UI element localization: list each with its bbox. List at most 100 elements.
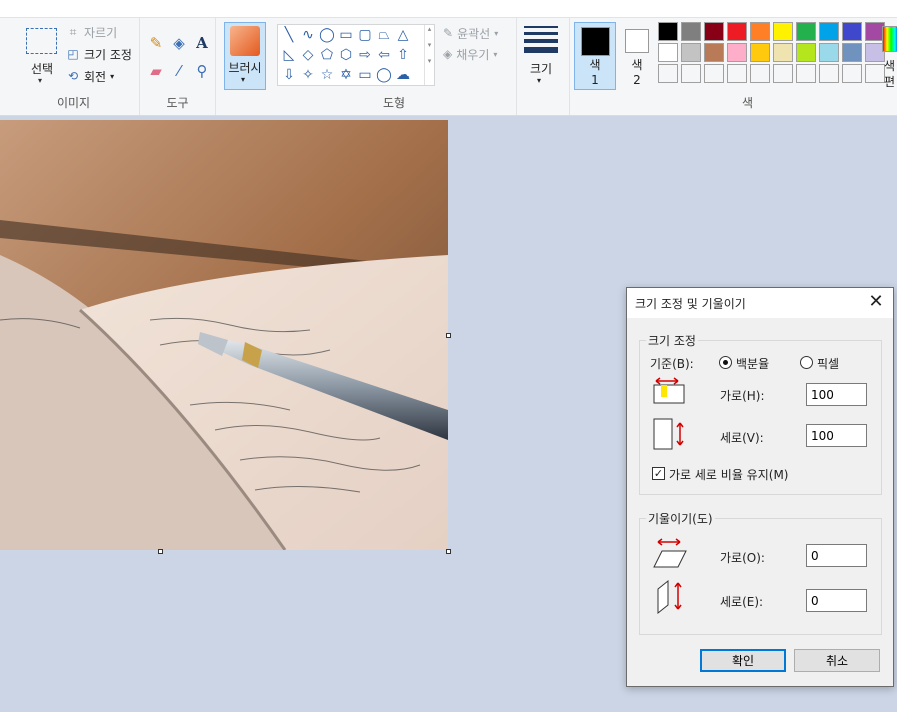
pencil-icon[interactable]: ✎ xyxy=(145,32,167,54)
right-triangle-shape-icon[interactable]: ◺ xyxy=(280,46,298,64)
left-arrow-shape-icon[interactable]: ⇦ xyxy=(375,46,393,64)
palette-swatch[interactable] xyxy=(819,22,839,41)
percent-label[interactable]: 백분율 xyxy=(736,355,769,372)
keep-ratio-label[interactable]: 가로 세로 비율 유지(M) xyxy=(669,466,788,483)
palette-swatch[interactable] xyxy=(842,43,862,62)
four-point-star-shape-icon[interactable]: ✧ xyxy=(299,66,317,84)
resize-vertical-icon xyxy=(653,418,684,450)
vertical-label: 세로(V): xyxy=(720,431,764,445)
polygon-shape-icon[interactable]: ⏢ xyxy=(375,26,393,44)
rotate-button[interactable]: ⟲ 회전 ▾ xyxy=(66,67,114,85)
resize-handle-right[interactable] xyxy=(446,333,451,338)
palette-swatch[interactable] xyxy=(750,22,770,41)
skew-horizontal-input[interactable] xyxy=(806,544,867,567)
edit-colors-icon[interactable] xyxy=(882,26,897,52)
tools-group: ✎ ◈ A ▰ ⁄ ⚲ 도구 xyxy=(140,18,216,115)
size-dropdown-icon[interactable]: ▾ xyxy=(537,76,541,85)
palette-swatch[interactable] xyxy=(727,43,747,62)
palette-swatch[interactable] xyxy=(773,64,793,83)
palette-swatch[interactable] xyxy=(658,43,678,62)
tools-group-label: 도구 xyxy=(166,96,189,110)
palette-swatch[interactable] xyxy=(704,22,724,41)
crop-button[interactable]: ⌗ 자르기 xyxy=(66,23,118,41)
pixel-radio[interactable] xyxy=(800,356,813,369)
palette-swatch[interactable] xyxy=(796,64,816,83)
eraser-icon[interactable]: ▰ xyxy=(145,60,167,82)
text-tool-icon[interactable]: A xyxy=(191,32,213,54)
colors-group-label: 색 xyxy=(741,96,754,110)
brushes-label: 브러시 xyxy=(228,61,262,75)
line-shape-icon[interactable]: ╲ xyxy=(280,26,298,44)
skew-fieldset: 기울이기(도) 가로(O): 세로(E): xyxy=(639,510,882,635)
palette-swatch[interactable] xyxy=(773,43,793,62)
color-picker-icon[interactable]: ⁄ xyxy=(168,60,190,82)
size-button[interactable]: 크기 xyxy=(524,60,558,77)
brushes-button[interactable]: 브러시 ▾ xyxy=(224,22,266,90)
palette-swatch[interactable] xyxy=(658,22,678,41)
resize-icon: ◰ xyxy=(67,47,79,61)
resize-button[interactable]: ◰ 크기 조정 xyxy=(66,45,132,63)
right-arrow-shape-icon[interactable]: ⇨ xyxy=(356,46,374,64)
palette-swatch[interactable] xyxy=(796,43,816,62)
size-icon[interactable] xyxy=(524,26,558,57)
oval-shape-icon[interactable]: ◯ xyxy=(318,26,336,44)
five-point-star-shape-icon[interactable]: ☆ xyxy=(318,66,336,84)
triangle-shape-icon[interactable]: △ xyxy=(394,26,412,44)
resize-handle-corner[interactable] xyxy=(446,549,451,554)
rectangle-shape-icon[interactable]: ▭ xyxy=(337,26,355,44)
rect-callout-shape-icon[interactable]: ▭ xyxy=(356,66,374,84)
magnifier-icon[interactable]: ⚲ xyxy=(191,60,213,82)
palette-swatch[interactable] xyxy=(750,64,770,83)
six-point-star-shape-icon[interactable]: ✡ xyxy=(337,66,355,84)
select-button[interactable]: 선택 xyxy=(20,60,64,77)
shapes-scroll[interactable]: ▴ ▾ ▾ xyxy=(424,25,434,85)
palette-swatch[interactable] xyxy=(842,22,862,41)
pentagon-shape-icon[interactable]: ⬠ xyxy=(318,46,336,64)
resize-handle-bottom[interactable] xyxy=(158,549,163,554)
palette-swatch[interactable] xyxy=(842,64,862,83)
palette-swatch[interactable] xyxy=(865,64,885,83)
palette-swatch[interactable] xyxy=(727,64,747,83)
canvas-image[interactable] xyxy=(0,120,448,550)
keep-ratio-checkbox[interactable]: ✓ xyxy=(652,467,665,480)
percent-radio[interactable] xyxy=(719,356,732,369)
curve-shape-icon[interactable]: ∿ xyxy=(299,26,317,44)
skew-vertical-label: 세로(E): xyxy=(720,595,764,609)
up-arrow-shape-icon[interactable]: ⇧ xyxy=(394,46,412,64)
select-dropdown-icon[interactable]: ▾ xyxy=(38,76,42,85)
palette-swatch[interactable] xyxy=(681,43,701,62)
select-icon[interactable] xyxy=(26,28,57,54)
cancel-button[interactable]: 취소 xyxy=(794,649,880,672)
palette-swatch[interactable] xyxy=(658,64,678,83)
palette-swatch[interactable] xyxy=(750,43,770,62)
diamond-shape-icon[interactable]: ◇ xyxy=(299,46,317,64)
close-icon[interactable]: ✕ xyxy=(865,291,887,313)
palette-swatch[interactable] xyxy=(773,22,793,41)
pixel-label[interactable]: 픽셀 xyxy=(817,355,839,372)
palette-swatch[interactable] xyxy=(681,64,701,83)
fill-bucket-icon[interactable]: ◈ xyxy=(168,32,190,54)
outline-dropdown-icon: ▾ xyxy=(494,28,499,38)
palette-swatch[interactable] xyxy=(819,43,839,62)
outline-button[interactable]: ✎ 윤곽선 ▾ xyxy=(443,24,498,42)
down-arrow-shape-icon[interactable]: ⇩ xyxy=(280,66,298,84)
palette-swatch[interactable] xyxy=(727,22,747,41)
fill-button[interactable]: ◈ 채우기 ▾ xyxy=(443,45,497,63)
skew-horizontal-icon xyxy=(653,538,687,568)
palette-swatch[interactable] xyxy=(704,43,724,62)
cloud-callout-shape-icon[interactable]: ☁ xyxy=(394,66,412,84)
palette-swatch[interactable] xyxy=(796,22,816,41)
skew-vertical-input[interactable] xyxy=(806,589,867,612)
rotate-dropdown-icon: ▾ xyxy=(110,71,115,81)
rounded-rectangle-shape-icon[interactable]: ▢ xyxy=(356,26,374,44)
image-group-label: 이미지 xyxy=(56,96,91,110)
palette-swatch[interactable] xyxy=(681,22,701,41)
horizontal-percent-input[interactable] xyxy=(806,383,867,406)
color2-swatch[interactable] xyxy=(625,29,649,53)
palette-swatch[interactable] xyxy=(704,64,724,83)
palette-swatch[interactable] xyxy=(819,64,839,83)
vertical-percent-input[interactable] xyxy=(806,424,867,447)
oval-callout-shape-icon[interactable]: ◯ xyxy=(375,66,393,84)
ok-button[interactable]: 확인 xyxy=(700,649,786,672)
hexagon-shape-icon[interactable]: ⬡ xyxy=(337,46,355,64)
